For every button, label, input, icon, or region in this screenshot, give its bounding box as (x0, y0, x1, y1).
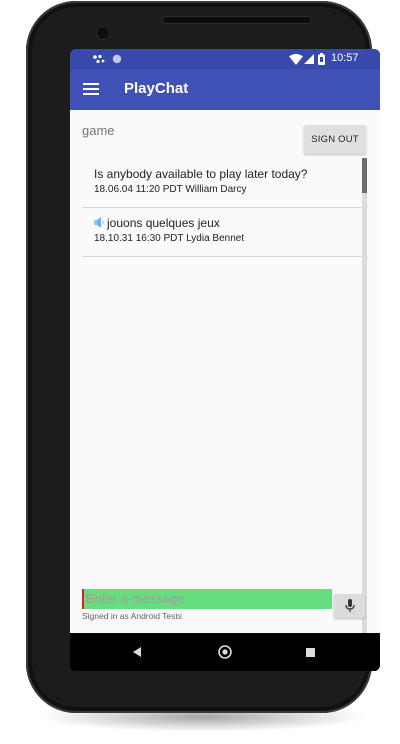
assistant-dots-icon (93, 54, 105, 64)
app-title: PlayChat (124, 80, 189, 97)
sign-out-button[interactable]: SIGN OUT (304, 125, 366, 154)
home-icon[interactable] (218, 645, 232, 659)
message-input-placeholder: Enter a message (86, 591, 185, 606)
status-bar: 10:57 (70, 49, 380, 69)
scrollbar-track[interactable] (362, 158, 367, 633)
phone-frame: 10:57 PlayChat game SIGN OUT Is anybody … (26, 1, 380, 713)
front-camera (97, 27, 109, 39)
list-item[interactable]: jouons quelques jeux 18.10.31 16:30 PDT … (82, 207, 368, 257)
app-toolbar: PlayChat (70, 69, 380, 110)
message-meta: 18.06.04 11:20 PDT William Darcy (94, 184, 247, 195)
battery-icon (318, 53, 325, 65)
sync-icon (112, 54, 122, 64)
signal-icon (304, 54, 314, 64)
chat-content: game SIGN OUT Is anybody available to pl… (70, 110, 380, 633)
back-icon[interactable] (133, 647, 143, 657)
screen: 10:57 PlayChat game SIGN OUT Is anybody … (70, 49, 380, 671)
navigation-bar (70, 633, 380, 671)
signed-in-label: Signed in as Android Tests (82, 611, 183, 621)
list-item[interactable]: Is anybody available to play later today… (82, 158, 368, 208)
wifi-icon (289, 54, 303, 65)
scrollbar-thumb[interactable] (362, 158, 367, 193)
recents-icon[interactable] (306, 648, 315, 657)
microphone-icon (344, 599, 355, 612)
earpiece-speaker (163, 17, 311, 23)
message-input[interactable]: Enter a message (82, 589, 332, 609)
microphone-button[interactable] (334, 594, 365, 618)
status-time: 10:57 (331, 52, 359, 64)
message-text: Is anybody available to play later today… (94, 167, 308, 181)
hamburger-menu-icon[interactable] (83, 83, 99, 95)
message-text: jouons quelques jeux (107, 216, 220, 230)
room-name: game (82, 123, 115, 138)
message-meta: 18.10.31 16:30 PDT Lydia Bennet (94, 233, 245, 244)
speaker-icon[interactable] (94, 217, 105, 228)
message-list[interactable]: Is anybody available to play later today… (82, 158, 368, 635)
